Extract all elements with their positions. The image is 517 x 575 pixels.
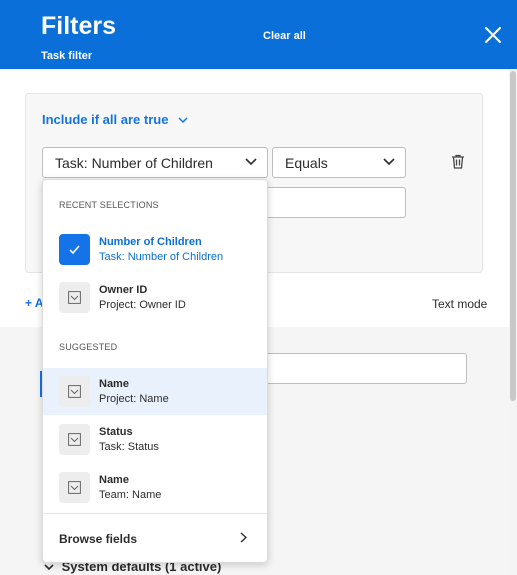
chevron-right-icon (240, 532, 247, 543)
filters-header: Filters Task filter Clear all (0, 0, 517, 69)
dropdown-option-recent[interactable]: Owner ID Project: Owner ID (43, 274, 267, 321)
chevron-down-icon (383, 158, 395, 166)
field-select[interactable]: Task: Number of Children (42, 147, 268, 178)
field-dropdown-menu: RECENT SELECTIONS Number of Children Tas… (42, 179, 268, 563)
recent-selections-heading: RECENT SELECTIONS (59, 200, 159, 210)
chevron-down-icon (178, 117, 188, 124)
suggested-heading: SUGGESTED (59, 342, 118, 352)
dropdown-option-suggested[interactable]: Status Task: Status (43, 416, 267, 463)
text-mode-button[interactable]: Text mode (432, 297, 487, 311)
chevron-down-icon (245, 158, 257, 166)
field-type-icon (59, 376, 90, 407)
scrollbar[interactable] (509, 69, 517, 575)
panel-title: Filters (41, 12, 117, 40)
option-source: Project: Owner ID (99, 299, 186, 311)
operator-select[interactable]: Equals (272, 147, 406, 178)
browse-fields-button[interactable]: Browse fields (43, 513, 267, 563)
option-name: Name (99, 474, 129, 486)
add-filter-link[interactable]: + A (25, 296, 44, 310)
check-icon (59, 234, 90, 265)
chevron-down-icon (44, 564, 54, 571)
include-condition-dropdown[interactable]: Include if all are true (42, 112, 188, 127)
clear-all-button[interactable]: Clear all (263, 30, 306, 42)
dropdown-option-suggested[interactable]: Name Project: Name (43, 368, 267, 415)
filter-value-input[interactable] (255, 187, 406, 218)
option-source: Project: Name (99, 393, 169, 405)
dropdown-option-suggested[interactable]: Name Team: Name (43, 464, 267, 511)
panel-subtitle: Task filter (41, 50, 93, 62)
lower-text-input[interactable] (255, 353, 467, 384)
include-condition-label: Include if all are true (42, 112, 169, 127)
option-source: Task: Status (99, 441, 159, 453)
option-source: Task: Number of Children (99, 251, 224, 263)
field-select-value: Task: Number of Children (55, 155, 213, 171)
trash-icon[interactable] (451, 154, 465, 169)
field-type-icon (59, 282, 90, 313)
option-name: Owner ID (99, 284, 148, 296)
option-source: Team: Name (99, 489, 162, 501)
option-name: Status (99, 426, 133, 438)
dropdown-option-recent[interactable]: Number of Children Task: Number of Child… (43, 226, 267, 273)
field-type-icon (59, 472, 90, 503)
option-name: Name (99, 378, 129, 390)
scrollbar-thumb[interactable] (510, 71, 516, 401)
close-icon[interactable] (484, 26, 502, 44)
browse-fields-label: Browse fields (59, 532, 138, 546)
field-type-icon (59, 424, 90, 455)
operator-select-value: Equals (285, 155, 328, 171)
option-name: Number of Children (99, 236, 202, 248)
